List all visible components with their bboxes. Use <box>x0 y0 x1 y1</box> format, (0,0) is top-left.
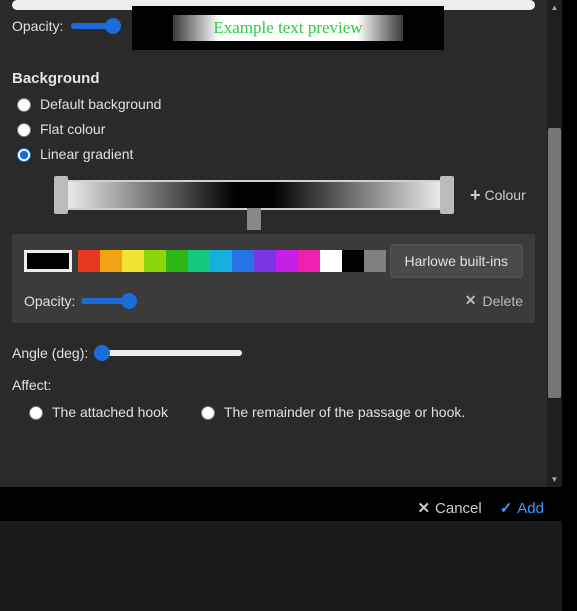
gradient-preview-bar <box>68 182 440 208</box>
gradient-stop-marker[interactable] <box>247 208 261 230</box>
radio-flat-colour[interactable] <box>17 123 31 137</box>
add-colour-label: Colour <box>485 187 526 203</box>
preview-box: Example text preview <box>132 6 444 50</box>
palette-swatch[interactable] <box>78 250 100 272</box>
scrollbar-thumb[interactable] <box>548 128 561 398</box>
radio-attached-hook-label: The attached hook <box>52 404 168 420</box>
palette-swatch[interactable] <box>276 250 298 272</box>
angle-thumb[interactable] <box>94 345 110 361</box>
preview-gradient: Example text preview <box>173 15 403 41</box>
gradient-editor[interactable] <box>54 180 454 210</box>
check-icon <box>500 499 513 517</box>
delete-stop-button[interactable]: Delete <box>465 292 523 309</box>
gradient-handle-left[interactable] <box>54 176 68 214</box>
palette-swatch[interactable] <box>210 250 232 272</box>
gradient-handle-right[interactable] <box>440 176 454 214</box>
add-colour-button[interactable]: + Colour <box>470 185 526 206</box>
palette-swatch[interactable] <box>364 250 386 272</box>
opacity-label-top: Opacity: <box>12 18 63 34</box>
palette-swatch[interactable] <box>320 250 342 272</box>
stop-opacity-label: Opacity: <box>24 293 75 309</box>
cancel-label: Cancel <box>435 500 482 517</box>
radio-remainder[interactable] <box>201 406 215 420</box>
affect-label: Affect: <box>12 377 535 393</box>
angle-slider[interactable] <box>94 350 242 356</box>
gradient-stop-panel: Harlowe built-ins Opacity: Delete <box>12 234 535 323</box>
angle-track <box>94 350 242 356</box>
add-label: Add <box>517 500 544 517</box>
close-icon <box>417 499 430 517</box>
scroll-up-arrow-icon[interactable]: ▲ <box>547 0 562 15</box>
angle-label: Angle (deg): <box>12 345 88 361</box>
stop-opacity-slider[interactable] <box>81 298 137 304</box>
palette-swatch[interactable] <box>122 250 144 272</box>
radio-default-background[interactable] <box>17 98 31 112</box>
cancel-button[interactable]: Cancel <box>417 499 481 517</box>
lower-empty-area <box>0 521 562 611</box>
palette-swatch[interactable] <box>298 250 320 272</box>
scrollbar[interactable]: ▲ ▼ <box>547 0 562 487</box>
preview-text: Example text preview <box>213 18 362 38</box>
close-icon <box>465 292 477 309</box>
palette-swatch[interactable] <box>100 250 122 272</box>
current-colour-swatch[interactable] <box>24 250 72 272</box>
palette-swatch[interactable] <box>144 250 166 272</box>
palette-swatch[interactable] <box>232 250 254 272</box>
plus-icon: + <box>470 185 481 206</box>
delete-label: Delete <box>483 293 523 309</box>
palette-swatch[interactable] <box>166 250 188 272</box>
radio-remainder-label: The remainder of the passage or hook. <box>224 404 465 420</box>
radio-flat-label: Flat colour <box>40 121 105 137</box>
scroll-down-arrow-icon[interactable]: ▼ <box>547 472 562 487</box>
opacity-slider-top[interactable] <box>71 23 121 29</box>
radio-linear-label: Linear gradient <box>40 146 133 162</box>
add-button[interactable]: Add <box>500 499 544 517</box>
palette-swatch[interactable] <box>254 250 276 272</box>
palette-swatch[interactable] <box>188 250 210 272</box>
radio-linear-gradient[interactable] <box>17 148 31 162</box>
palette-swatch[interactable] <box>342 250 364 272</box>
radio-attached-hook[interactable] <box>29 406 43 420</box>
background-heading: Background <box>12 70 535 87</box>
harlowe-builtins-label: Harlowe built-ins <box>405 253 508 269</box>
harlowe-builtins-button[interactable]: Harlowe built-ins <box>390 244 523 278</box>
radio-default-label: Default background <box>40 96 161 112</box>
colour-palette <box>78 250 386 272</box>
